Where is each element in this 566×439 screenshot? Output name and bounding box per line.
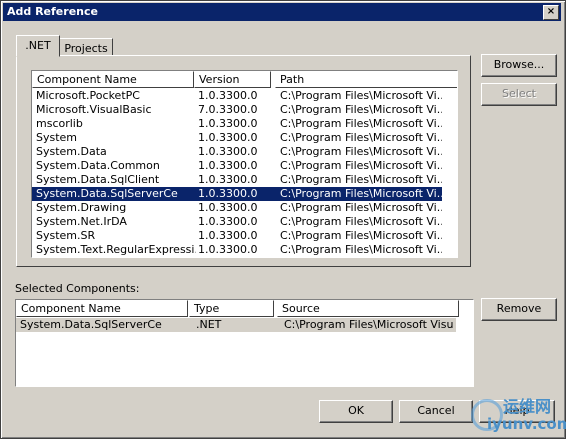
column-header-component-name-selected[interactable]: Component Name [16, 300, 188, 317]
select-button[interactable]: Select [481, 83, 557, 106]
selected-type-cell: .NET [196, 318, 222, 331]
selected-components-list[interactable]: Component Name Type Source System.Data.S… [15, 299, 474, 387]
browse-button[interactable]: Browse... [481, 54, 557, 77]
watermark-url: iyunv.com [487, 415, 566, 433]
watermark-logo: 运维网 iyunv.com [467, 393, 566, 437]
add-reference-dialog: Add Reference × .NET Projects Component … [0, 0, 566, 439]
selected-components-label: Selected Components: [15, 282, 140, 295]
window-title: Add Reference [7, 5, 98, 18]
tab-net[interactable]: .NET [16, 35, 60, 57]
selected-source-cell: C:\Program Files\Microsoft Visu... [284, 318, 454, 331]
title-bar: Add Reference × [3, 3, 561, 21]
tab-projects[interactable]: Projects [59, 38, 113, 56]
column-header-source[interactable]: Source [277, 300, 459, 317]
selected-name-cell: System.Data.SqlServerCe [20, 318, 162, 331]
tab-projects-label: Projects [64, 42, 108, 55]
tab-net-label: .NET [25, 39, 51, 52]
cancel-button[interactable]: Cancel [399, 400, 473, 423]
watermark-text: 运维网 [503, 397, 552, 416]
close-button[interactable]: × [543, 5, 559, 20]
selected-component-row[interactable]: System.Data.SqlServerCe .NET C:\Program Fi… [16, 318, 456, 332]
ok-button[interactable]: OK [319, 400, 393, 423]
column-header-type[interactable]: Type [189, 300, 274, 317]
tab-panel [16, 55, 471, 267]
remove-button[interactable]: Remove [481, 298, 557, 321]
